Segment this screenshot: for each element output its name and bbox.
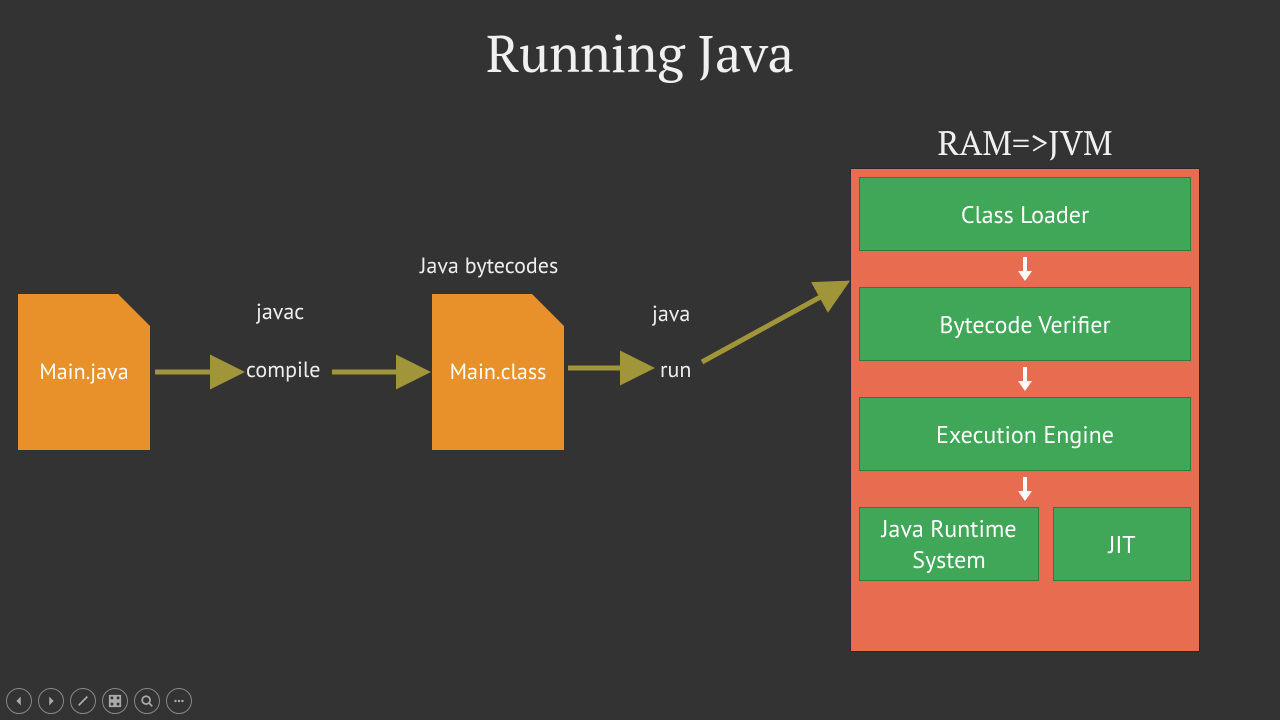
jit-label: JIT bbox=[1108, 529, 1135, 560]
presentation-toolbar bbox=[6, 688, 192, 714]
jit-box: JIT bbox=[1053, 507, 1191, 581]
slide-title: Running Java bbox=[0, 18, 1280, 87]
java-cmd-label: java bbox=[652, 300, 690, 328]
next-slide-button[interactable] bbox=[38, 688, 64, 714]
jvm-container: Class Loader Bytecode Verifier Execution… bbox=[850, 168, 1200, 652]
jvm-arrow-3 bbox=[859, 471, 1191, 507]
jvm-header: RAM=>JVM bbox=[850, 120, 1200, 165]
class-loader-box: Class Loader bbox=[859, 177, 1191, 251]
jvm-arrow-1 bbox=[859, 251, 1191, 287]
class-file-box: Main.class bbox=[432, 294, 564, 450]
class-file-label: Main.class bbox=[450, 358, 547, 386]
class-loader-label: Class Loader bbox=[961, 199, 1089, 230]
bytecodes-label: Java bytecodes bbox=[420, 252, 558, 280]
prev-slide-button[interactable] bbox=[6, 688, 32, 714]
pen-button[interactable] bbox=[70, 688, 96, 714]
diagram-canvas: Running Java Main.java Main.class javac … bbox=[0, 0, 1280, 720]
jvm-arrow-2 bbox=[859, 361, 1191, 397]
execution-engine-label: Execution Engine bbox=[936, 419, 1114, 450]
javac-label: javac bbox=[256, 298, 304, 326]
bytecode-verifier-label: Bytecode Verifier bbox=[939, 309, 1110, 340]
slides-overview-button[interactable] bbox=[102, 688, 128, 714]
source-file-box: Main.java bbox=[18, 294, 150, 450]
compile-label: compile bbox=[246, 356, 320, 384]
run-label: run bbox=[660, 356, 691, 384]
runtime-system-box: Java Runtime System bbox=[859, 507, 1039, 581]
execution-engine-box: Execution Engine bbox=[859, 397, 1191, 471]
source-file-label: Main.java bbox=[39, 358, 128, 386]
more-options-button[interactable] bbox=[166, 688, 192, 714]
runtime-system-label: Java Runtime System bbox=[868, 513, 1030, 575]
bytecode-verifier-box: Bytecode Verifier bbox=[859, 287, 1191, 361]
zoom-button[interactable] bbox=[134, 688, 160, 714]
